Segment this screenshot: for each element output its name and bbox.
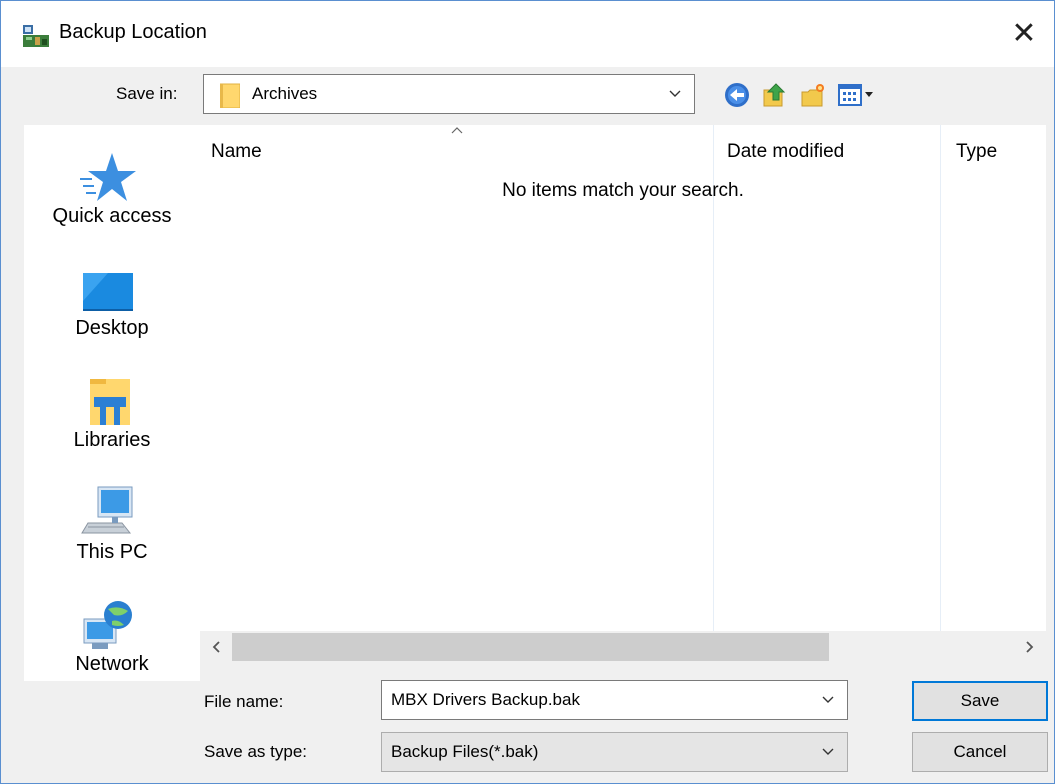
chevron-down-icon[interactable] — [821, 693, 835, 707]
place-label: Network — [75, 653, 149, 675]
close-icon: ✕ — [1011, 17, 1037, 50]
column-header-label: Type — [956, 141, 998, 162]
save-as-type-value: Backup Files(*.bak) — [391, 742, 539, 761]
place-this-pc[interactable]: This PC — [24, 461, 200, 573]
place-label: Quick access — [52, 205, 172, 227]
places-bar: Quick access Desktop Libraries This PC N… — [24, 125, 200, 681]
sort-ascending-icon — [451, 127, 463, 134]
chevron-down-icon — [822, 748, 834, 755]
up-folder-icon — [763, 83, 786, 107]
place-label: This PC — [76, 541, 148, 563]
file-list[interactable]: Name Date modified Type No items match y… — [200, 125, 1046, 631]
column-header-type[interactable]: Type — [941, 125, 1046, 179]
column-header-label: Name — [211, 141, 262, 162]
new-folder-icon — [801, 84, 824, 107]
chevron-left-icon — [212, 641, 220, 653]
save-in-value: Archives — [252, 84, 318, 103]
chevron-down-icon — [669, 90, 681, 97]
save-as-type-label: Save as type: — [204, 742, 308, 761]
scrollbar-thumb[interactable] — [232, 633, 829, 661]
cancel-button[interactable]: Cancel — [912, 732, 1048, 772]
back-button[interactable] — [723, 81, 751, 109]
view-menu-button[interactable] — [837, 81, 877, 109]
place-quick-access[interactable]: Quick access — [24, 125, 200, 237]
place-network[interactable]: Network — [24, 573, 200, 685]
network-icon — [83, 601, 132, 649]
desktop-icon — [83, 273, 133, 311]
save-as-type-dropdown[interactable]: Backup Files(*.bak) — [381, 732, 848, 772]
backup-app-icon — [23, 25, 49, 47]
scroll-left-button[interactable] — [200, 631, 232, 663]
file-name-input[interactable] — [382, 681, 812, 719]
chevron-right-icon — [1026, 641, 1034, 653]
save-in-dropdown[interactable]: Archives — [203, 74, 695, 114]
quick-access-star-icon — [80, 153, 136, 201]
new-folder-button[interactable] — [799, 81, 827, 109]
column-header-date-modified[interactable]: Date modified — [714, 125, 940, 179]
title-bar: Backup Location ✕ — [1, 1, 1054, 67]
save-in-label: Save in: — [116, 84, 178, 103]
empty-list-message: No items match your search. — [502, 180, 744, 201]
this-pc-icon — [81, 486, 133, 534]
folder-icon — [220, 83, 240, 108]
up-folder-button[interactable] — [761, 81, 789, 109]
place-libraries[interactable]: Libraries — [24, 349, 200, 461]
file-name-combo[interactable] — [381, 680, 848, 720]
close-button[interactable]: ✕ — [994, 1, 1054, 67]
dialog-title: Backup Location — [59, 21, 207, 43]
place-desktop[interactable]: Desktop — [24, 237, 200, 349]
navigation-toolbar — [723, 81, 877, 109]
file-name-label: File name: — [204, 692, 284, 711]
save-dialog: Backup Location ✕ Save in: Archives Quic… — [0, 0, 1055, 784]
place-label: Desktop — [75, 317, 149, 339]
save-button[interactable]: Save — [912, 681, 1048, 721]
column-header-label: Date modified — [727, 141, 845, 162]
back-icon — [725, 83, 749, 107]
libraries-icon — [90, 379, 130, 425]
horizontal-scrollbar[interactable] — [200, 631, 1046, 663]
place-label: Libraries — [73, 429, 151, 451]
scroll-right-button[interactable] — [1014, 631, 1046, 663]
view-menu-icon — [838, 84, 873, 106]
